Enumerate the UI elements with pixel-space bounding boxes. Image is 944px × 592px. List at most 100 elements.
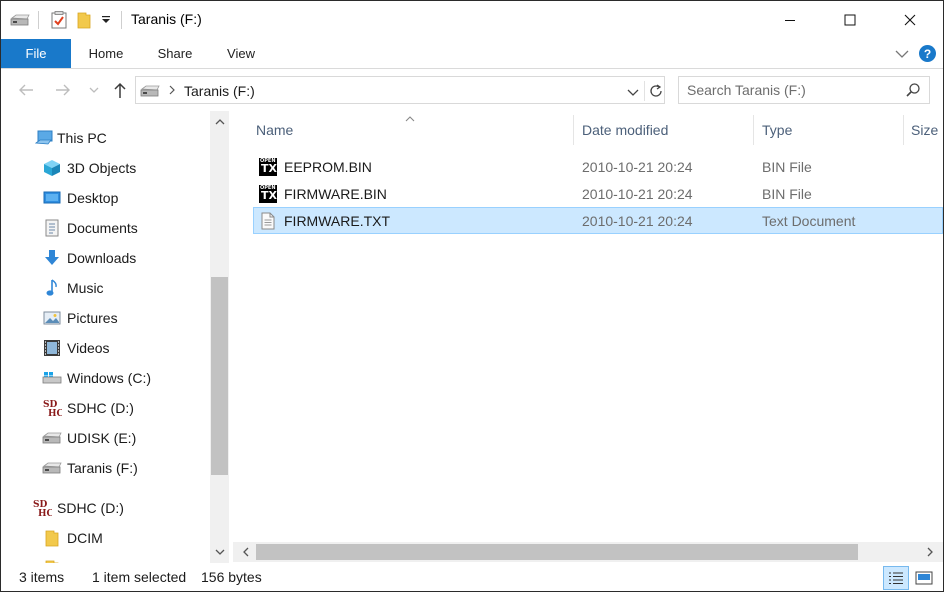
opentx-icon: OPEN TX bbox=[259, 185, 277, 203]
svg-text:HC: HC bbox=[38, 509, 52, 518]
large-icons-view-button[interactable] bbox=[911, 566, 937, 590]
navigation-pane: This PC 3D Objects Desktop Documents Dow… bbox=[1, 111, 231, 563]
opentx-icon: OPEN TX bbox=[259, 158, 277, 176]
sdhc-icon: SDHC bbox=[32, 498, 52, 518]
column-divider[interactable] bbox=[573, 115, 574, 145]
column-header-size[interactable]: Size bbox=[911, 111, 938, 149]
downloads-icon bbox=[42, 248, 62, 268]
close-button[interactable] bbox=[887, 1, 933, 39]
minimize-button[interactable] bbox=[767, 1, 813, 39]
address-path[interactable]: Taranis (F:) bbox=[184, 83, 255, 99]
scrollbar-thumb[interactable] bbox=[211, 277, 228, 475]
details-view-button[interactable] bbox=[883, 566, 909, 590]
chevron-down-icon[interactable] bbox=[626, 85, 640, 97]
file-name: FIRMWARE.TXT bbox=[284, 213, 391, 229]
maximize-button[interactable] bbox=[827, 1, 873, 39]
search-box[interactable] bbox=[678, 76, 930, 104]
toolbar-divider bbox=[121, 11, 122, 29]
nav-item-sdhc-d[interactable]: SDHC SDHC (D:) bbox=[1, 393, 209, 423]
scroll-up-icon[interactable] bbox=[210, 111, 229, 133]
file-date: 2010-10-21 20:24 bbox=[582, 186, 693, 202]
tab-home[interactable]: Home bbox=[77, 39, 135, 68]
nav-item-pictures[interactable]: Pictures bbox=[1, 303, 209, 333]
nav-item-music[interactable]: Music bbox=[1, 273, 209, 303]
tab-file[interactable]: File bbox=[1, 39, 71, 68]
selection-info: 1 item selected bbox=[92, 569, 187, 585]
music-icon bbox=[42, 278, 62, 298]
nav-item-documents[interactable]: Documents bbox=[1, 213, 209, 243]
up-arrow-icon[interactable] bbox=[109, 79, 131, 101]
3d-objects-icon bbox=[42, 158, 62, 178]
chevron-right-icon[interactable] bbox=[168, 84, 176, 99]
ribbon-tabs: File Home Share View ? bbox=[1, 39, 943, 69]
file-date: 2010-10-21 20:24 bbox=[582, 213, 693, 229]
nav-item-downloads[interactable]: Downloads bbox=[1, 243, 209, 273]
drive-icon[interactable] bbox=[9, 9, 31, 31]
file-list: Name Date modified Type Size OPEN TX EEPR… bbox=[233, 111, 943, 563]
column-header-name[interactable]: Name bbox=[256, 111, 293, 149]
search-input[interactable] bbox=[687, 77, 901, 103]
expand-ribbon-icon[interactable] bbox=[894, 47, 910, 61]
search-icon[interactable] bbox=[905, 82, 921, 101]
documents-icon bbox=[42, 218, 62, 238]
nav-item-desktop[interactable]: Desktop bbox=[1, 183, 209, 213]
status-bar: 3 items 1 item selected 156 bytes bbox=[1, 563, 943, 591]
file-type: BIN File bbox=[762, 159, 812, 175]
vertical-scrollbar[interactable] bbox=[210, 111, 229, 563]
nav-item-dcim[interactable]: DCIM bbox=[1, 523, 209, 553]
column-divider[interactable] bbox=[753, 115, 754, 145]
nav-item-videos[interactable]: Videos bbox=[1, 333, 209, 363]
this-pc-icon bbox=[34, 128, 54, 148]
usb-drive-icon bbox=[42, 428, 62, 448]
horizontal-scrollbar[interactable] bbox=[233, 542, 943, 562]
forward-arrow-icon[interactable] bbox=[52, 79, 74, 101]
file-type: Text Document bbox=[762, 213, 856, 229]
nav-item-sdhc-d-root[interactable]: SDHC SDHC (D:) bbox=[1, 493, 209, 523]
properties-icon[interactable] bbox=[48, 9, 70, 31]
file-type: BIN File bbox=[762, 186, 812, 202]
address-bar[interactable]: Taranis (F:) bbox=[135, 76, 665, 104]
scroll-left-icon[interactable] bbox=[237, 542, 255, 562]
sort-ascending-icon bbox=[403, 111, 417, 122]
nav-item-3d-objects[interactable]: 3D Objects bbox=[1, 153, 209, 183]
back-arrow-icon[interactable] bbox=[15, 79, 37, 101]
scroll-down-icon[interactable] bbox=[210, 541, 229, 563]
desktop-icon bbox=[42, 188, 62, 208]
pictures-icon bbox=[42, 308, 62, 328]
new-folder-icon[interactable] bbox=[74, 9, 94, 31]
nav-item-partial[interactable] bbox=[1, 553, 209, 563]
file-name: FIRMWARE.BIN bbox=[284, 186, 387, 202]
sdhc-icon: SDHC bbox=[42, 398, 62, 418]
scrollbar-thumb[interactable] bbox=[256, 544, 858, 560]
nav-item-this-pc[interactable]: This PC bbox=[1, 123, 209, 153]
svg-text:HC: HC bbox=[48, 409, 62, 418]
nav-item-udisk-e[interactable]: UDISK (E:) bbox=[1, 423, 209, 453]
videos-icon bbox=[42, 338, 62, 358]
file-name: EEPROM.BIN bbox=[284, 159, 372, 175]
file-row[interactable]: OPEN TX FIRMWARE.BIN 2010-10-21 20:24 BIN… bbox=[253, 180, 943, 207]
file-row[interactable]: OPEN TX EEPROM.BIN 2010-10-21 20:24 BIN F… bbox=[253, 153, 943, 180]
help-icon[interactable]: ? bbox=[919, 45, 936, 62]
navigation-bar: Taranis (F:) bbox=[1, 69, 943, 111]
explorer-window: Taranis (F:) File Home Share View ? Tara… bbox=[0, 0, 944, 592]
toolbar-divider bbox=[38, 11, 39, 29]
column-header-date[interactable]: Date modified bbox=[582, 111, 668, 149]
refresh-icon[interactable] bbox=[644, 81, 664, 101]
folder-icon bbox=[42, 528, 62, 548]
nav-item-windows-c[interactable]: Windows (C:) bbox=[1, 363, 209, 393]
scroll-right-icon[interactable] bbox=[921, 542, 939, 562]
tab-share[interactable]: Share bbox=[147, 39, 203, 68]
tab-view[interactable]: View bbox=[213, 39, 269, 68]
window-title: Taranis (F:) bbox=[131, 11, 202, 27]
usb-drive-icon bbox=[42, 458, 62, 478]
selection-size: 156 bytes bbox=[201, 569, 262, 585]
windows-drive-icon bbox=[42, 368, 62, 388]
drive-icon bbox=[140, 84, 160, 101]
column-header-type[interactable]: Type bbox=[762, 111, 792, 149]
column-divider[interactable] bbox=[903, 115, 904, 145]
title-bar: Taranis (F:) bbox=[1, 1, 943, 39]
recent-locations-icon[interactable] bbox=[85, 79, 103, 101]
file-row-selected[interactable]: FIRMWARE.TXT 2010-10-21 20:24 Text Docum… bbox=[253, 207, 943, 234]
customize-toolbar-icon[interactable] bbox=[97, 9, 115, 31]
nav-item-taranis-f[interactable]: Taranis (F:) bbox=[1, 453, 209, 483]
